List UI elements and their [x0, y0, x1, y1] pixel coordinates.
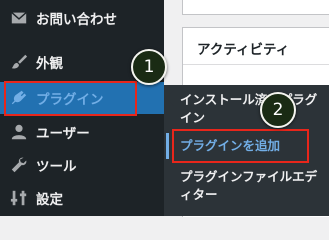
sidebar-item-label: ユーザー — [36, 126, 90, 142]
sidebar-item-label: ツール — [36, 159, 77, 175]
user-icon — [11, 124, 27, 140]
highlight-plugins — [4, 81, 137, 116]
sidebar-item-tools[interactable]: ツール — [0, 150, 164, 180]
envelope-icon — [11, 12, 27, 24]
activity-card-title: アクティビティ — [197, 42, 290, 58]
sidebar-item-contact[interactable]: お問い合わせ — [0, 3, 164, 33]
sidebar-item-users[interactable]: ユーザー — [0, 117, 164, 147]
highlight-add-plugin — [172, 129, 309, 163]
settings-icon — [10, 190, 27, 206]
card-divider — [183, 64, 329, 65]
sidebar-item-label: お問い合わせ — [36, 12, 117, 28]
sidebar-item-label: 設定 — [36, 192, 63, 208]
step-badge-1: 1 — [131, 49, 167, 85]
step-badge-2: 2 — [260, 92, 296, 128]
active-indicator — [166, 133, 169, 159]
wrench-icon — [11, 157, 27, 173]
submenu-item-installed-plugins[interactable]: インストール済みプラグイン — [180, 91, 325, 127]
sidebar-item-label: 外観 — [36, 56, 63, 72]
submenu-item-plugin-file-editor[interactable]: プラグインファイルエディター — [180, 168, 325, 204]
top-card — [182, 0, 329, 15]
sidebar-item-settings[interactable]: 設定 — [0, 183, 164, 213]
brush-icon — [11, 54, 28, 69]
submenu-pointer — [166, 90, 174, 106]
